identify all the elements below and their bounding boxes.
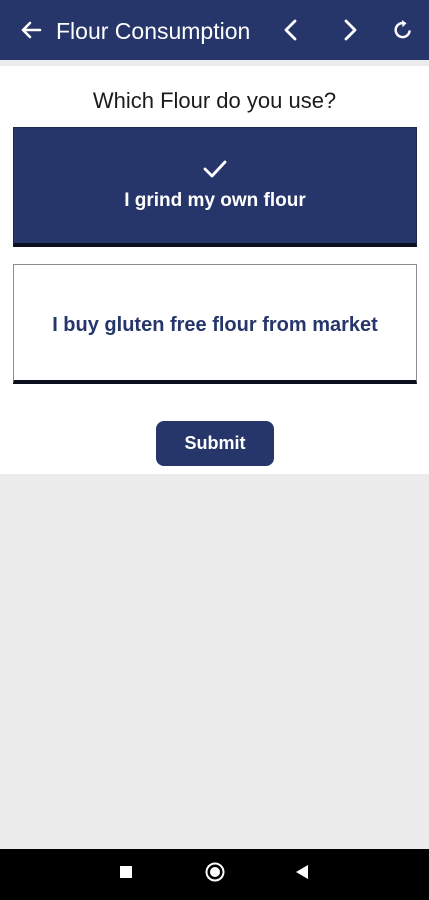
triangle-back-icon <box>294 864 310 885</box>
option-label: I buy gluten free flour from market <box>52 314 378 336</box>
question-text: Which Flour do you use? <box>92 88 337 113</box>
checkmark-icon <box>201 156 229 182</box>
refresh-icon <box>392 19 414 41</box>
square-icon <box>119 865 133 884</box>
system-nav-bar <box>0 849 429 900</box>
question-card: Which Flour do you use? I grind my own f… <box>0 66 429 474</box>
system-back-button[interactable] <box>280 849 324 900</box>
next-button[interactable] <box>330 0 370 60</box>
app-bar: Flour Consumption <box>0 0 429 60</box>
submit-button[interactable]: Submit <box>156 421 274 466</box>
circle-icon <box>204 861 226 888</box>
previous-button[interactable] <box>271 0 311 60</box>
refresh-button[interactable] <box>383 0 423 60</box>
back-button[interactable] <box>11 0 51 60</box>
recents-button[interactable] <box>104 849 148 900</box>
chevron-left-icon <box>281 18 301 42</box>
home-button[interactable] <box>193 849 237 900</box>
option-grind-own-flour[interactable]: I grind my own flour <box>13 127 417 247</box>
chevron-right-icon <box>340 18 360 42</box>
arrow-left-icon <box>20 19 42 41</box>
screen: Flour Consumption Which Flour do you use… <box>0 0 429 900</box>
option-buy-gluten-free-flour[interactable]: I buy gluten free flour from market <box>13 264 417 384</box>
page-title: Flour Consumption <box>56 18 251 44</box>
option-label: I grind my own flour <box>124 189 306 211</box>
